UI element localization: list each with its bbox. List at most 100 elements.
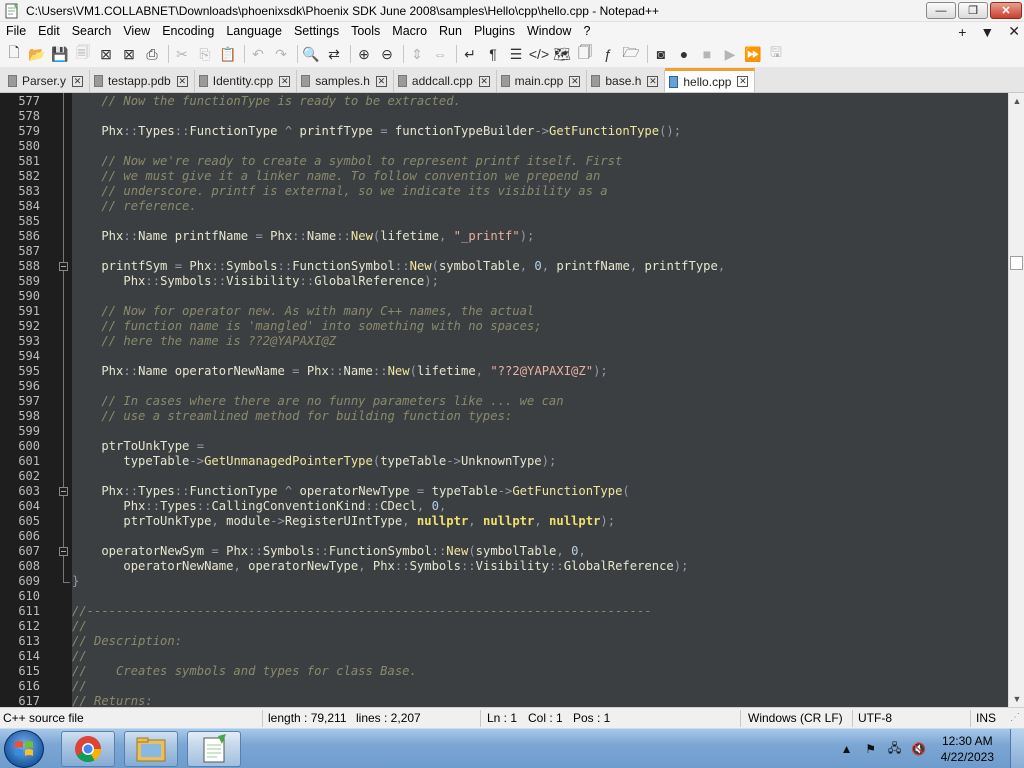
line-number[interactable]: 608 (8, 559, 40, 574)
line-number[interactable]: 600 (8, 439, 40, 454)
line-number[interactable]: 610 (8, 589, 40, 604)
word-wrap-icon[interactable]: ↵ (460, 44, 480, 64)
code-line[interactable]: // In cases where there are no funny par… (72, 394, 1008, 409)
menu-edit[interactable]: Edit (32, 22, 66, 41)
code-line[interactable]: typeTable->GetUnmanagedPointerType(typeT… (72, 454, 1008, 469)
line-number[interactable]: 611 (8, 604, 40, 619)
line-number[interactable]: 577 (8, 94, 40, 109)
close-document-button[interactable]: ✕ (1008, 23, 1020, 40)
code-line[interactable] (72, 139, 1008, 154)
menu-tools[interactable]: Tools (345, 22, 386, 41)
code-line[interactable]: // function name is 'mangled' into somet… (72, 319, 1008, 334)
show-desktop-button[interactable] (1010, 729, 1024, 768)
line-number[interactable]: 592 (8, 319, 40, 334)
zoom-out-icon[interactable]: ⊖ (377, 44, 397, 64)
line-number[interactable]: 585 (8, 214, 40, 229)
taskbar-explorer-button[interactable] (124, 731, 178, 767)
line-number[interactable]: 616 (8, 679, 40, 694)
line-number[interactable]: 606 (8, 529, 40, 544)
sync-vertical-icon[interactable]: ⇕ (407, 44, 427, 64)
tab-testapp-pdb[interactable]: testapp.pdb ✕ (90, 70, 195, 92)
code-line[interactable] (72, 589, 1008, 604)
status-encoding[interactable]: UTF-8 (858, 708, 892, 729)
menu-macro[interactable]: Macro (386, 22, 433, 41)
code-line[interactable] (72, 214, 1008, 229)
line-number[interactable]: 609 (8, 574, 40, 589)
tab-close-icon[interactable]: ✕ (478, 75, 490, 87)
new-file-icon[interactable]: 🗋 (4, 44, 24, 64)
code-line[interactable]: // (72, 679, 1008, 694)
code-line[interactable]: operatorNewSym = Phx::Symbols::FunctionS… (72, 544, 1008, 559)
line-number[interactable]: 582 (8, 169, 40, 184)
line-number[interactable]: 598 (8, 409, 40, 424)
code-line[interactable] (72, 109, 1008, 124)
line-number[interactable]: 578 (8, 109, 40, 124)
line-number[interactable]: 586 (8, 229, 40, 244)
code-line[interactable]: Phx::Types::FunctionType ^ operatorNewTy… (72, 484, 1008, 499)
code-line[interactable]: Phx::Name operatorNewName = Phx::Name::N… (72, 364, 1008, 379)
network-icon[interactable]: 🖧 (887, 741, 903, 757)
vertical-scrollbar[interactable]: ▲ ▼ (1008, 93, 1024, 707)
replace-icon[interactable]: ⇄ (324, 44, 344, 64)
code-line[interactable]: // Returns: (72, 694, 1008, 707)
start-button[interactable] (4, 730, 44, 768)
code-line[interactable]: // use a streamlined method for building… (72, 409, 1008, 424)
menu-run[interactable]: Run (433, 22, 468, 41)
line-number[interactable]: 597 (8, 394, 40, 409)
code-line[interactable]: // we must give it a linker name. To fol… (72, 169, 1008, 184)
code-line[interactable]: Phx::Types::FunctionType ^ printfType = … (72, 124, 1008, 139)
tab-close-icon[interactable]: ✕ (569, 75, 581, 87)
tab-identity-cpp[interactable]: Identity.cpp ✕ (194, 70, 298, 92)
code-line[interactable]: // (72, 649, 1008, 664)
tab-hello-cpp[interactable]: hello.cpp ✕ (665, 68, 756, 92)
find-icon[interactable]: 🔍 (301, 44, 321, 64)
new-tab-button[interactable]: + (958, 24, 966, 40)
line-number[interactable]: 591 (8, 304, 40, 319)
tab-close-icon[interactable]: ✕ (375, 75, 387, 87)
code-line[interactable]: // underscore. printf is external, so we… (72, 184, 1008, 199)
line-number[interactable]: 581 (8, 154, 40, 169)
folder-workspace-icon[interactable]: 🗁 (621, 44, 641, 64)
minimize-button[interactable]: — (926, 2, 956, 19)
line-number[interactable]: 584 (8, 199, 40, 214)
line-number[interactable]: 587 (8, 244, 40, 259)
tab-close-icon[interactable]: ✕ (279, 75, 291, 87)
line-number[interactable]: 579 (8, 124, 40, 139)
line-number[interactable]: 580 (8, 139, 40, 154)
open-file-icon[interactable]: 📂 (27, 44, 47, 64)
document-map-icon[interactable]: 🗺 (552, 44, 572, 64)
copy-icon[interactable]: ⎘ (195, 44, 215, 64)
close-window-button[interactable]: ✕ (990, 2, 1022, 19)
line-number[interactable]: 589 (8, 274, 40, 289)
code-line[interactable] (72, 379, 1008, 394)
code-line[interactable] (72, 424, 1008, 439)
code-line[interactable] (72, 529, 1008, 544)
line-number[interactable]: 595 (8, 364, 40, 379)
menu-help[interactable]: ? (577, 22, 596, 41)
save-icon[interactable]: 💾 (50, 44, 70, 64)
menu-view[interactable]: View (117, 22, 156, 41)
tab-base-h[interactable]: base.h ✕ (587, 70, 666, 92)
stop-macro-icon[interactable]: ■ (697, 44, 717, 64)
code-line[interactable]: // Creates symbols and types for class B… (72, 664, 1008, 679)
line-number[interactable]: 588 (8, 259, 40, 274)
code-line[interactable]: Phx::Types::CallingConventionKind::CDecl… (72, 499, 1008, 514)
taskbar-chrome-button[interactable] (61, 731, 115, 767)
code-line[interactable] (72, 469, 1008, 484)
line-number[interactable]: 594 (8, 349, 40, 364)
function-list-icon[interactable]: ƒ (598, 44, 618, 64)
indent-guide-icon[interactable]: ☰ (506, 44, 526, 64)
taskbar-notepadpp-button[interactable] (187, 731, 241, 767)
line-number[interactable]: 603 (8, 484, 40, 499)
zoom-in-icon[interactable]: ⊕ (354, 44, 374, 64)
line-number[interactable]: 593 (8, 334, 40, 349)
code-line[interactable]: // Description: (72, 634, 1008, 649)
line-number[interactable]: 596 (8, 379, 40, 394)
line-number[interactable]: 604 (8, 499, 40, 514)
line-number[interactable]: 602 (8, 469, 40, 484)
line-number[interactable]: 613 (8, 634, 40, 649)
fold-toggle-icon[interactable] (59, 262, 68, 271)
tab-close-icon[interactable]: ✕ (176, 75, 188, 87)
code-line[interactable]: ptrToUnkType = (72, 439, 1008, 454)
maximize-button[interactable]: ❐ (958, 2, 988, 19)
